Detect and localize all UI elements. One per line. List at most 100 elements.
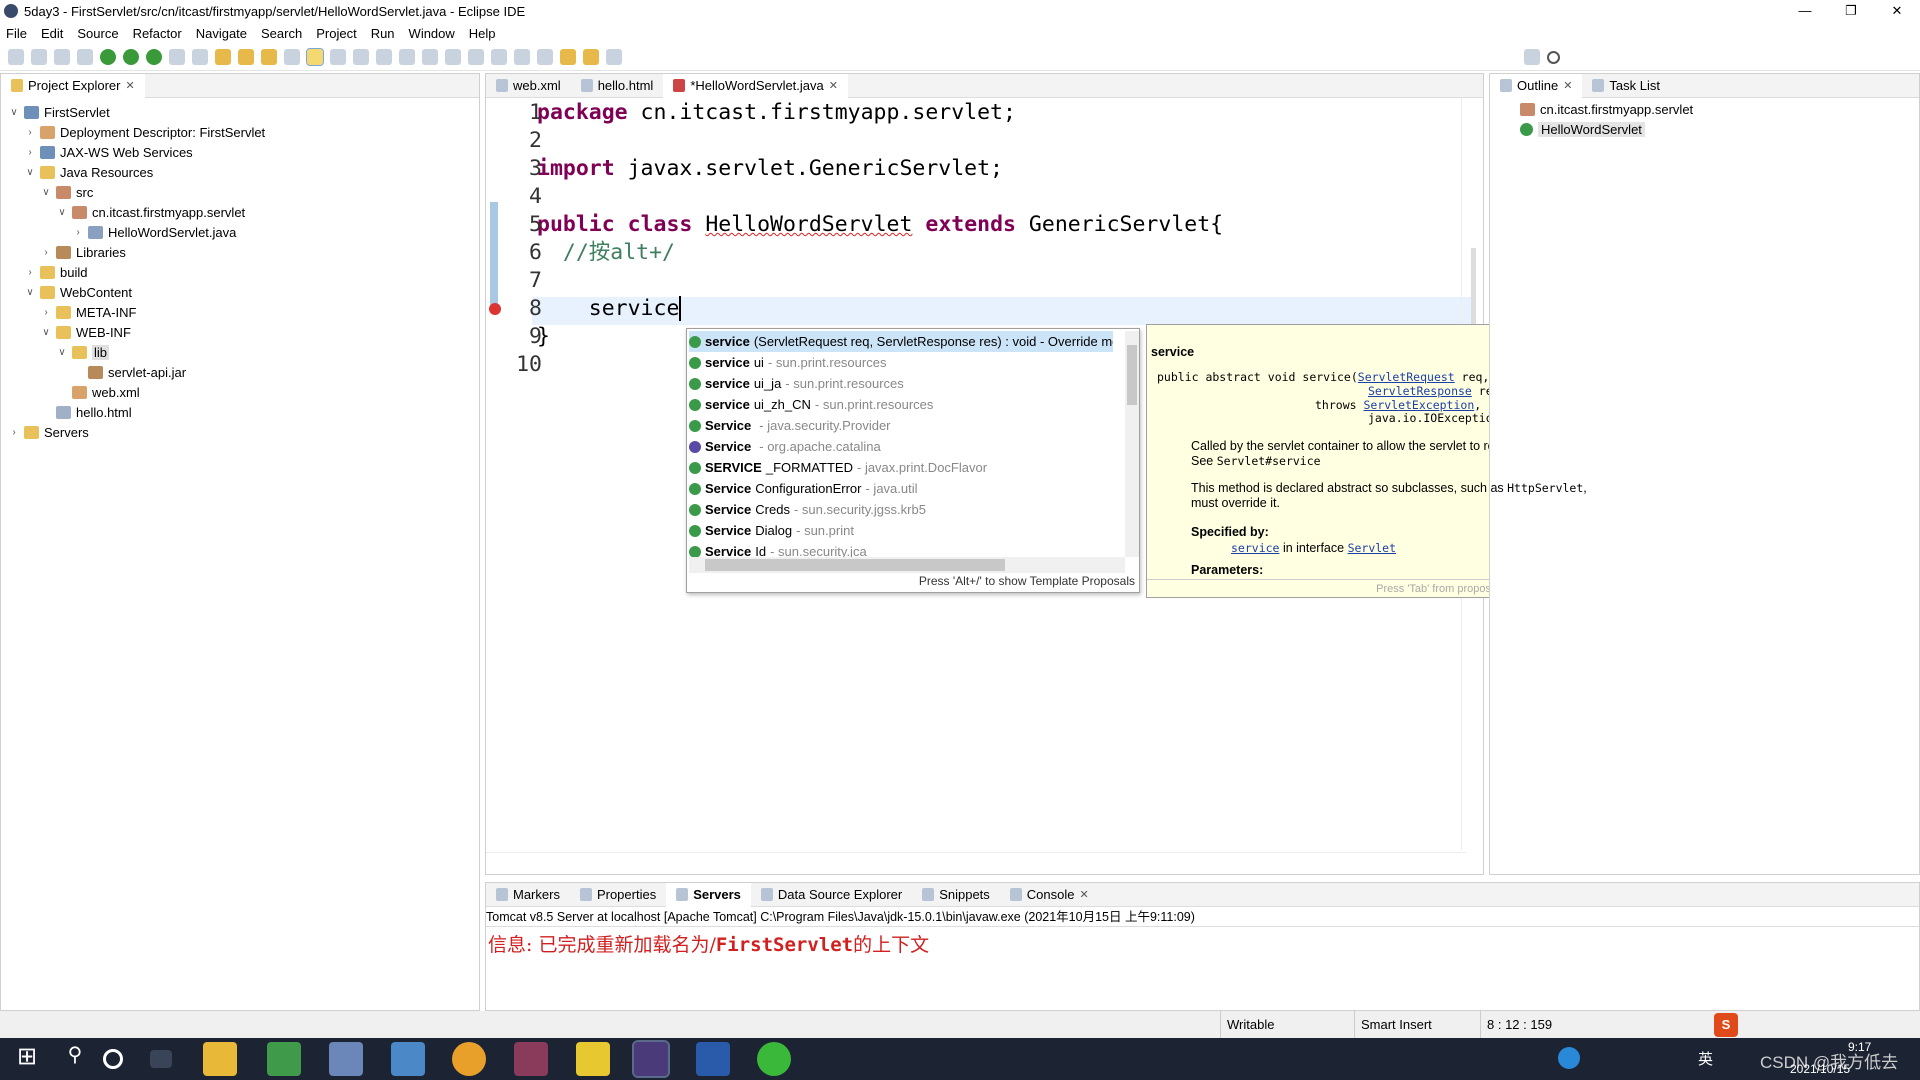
mark-occurrences-icon[interactable] bbox=[306, 48, 324, 66]
word-icon[interactable] bbox=[696, 1042, 730, 1076]
restore-button[interactable]: ❐ bbox=[1828, 0, 1874, 22]
tree-item[interactable]: servlet-api.jar bbox=[73, 362, 186, 382]
search-icon[interactable] bbox=[1547, 50, 1560, 64]
editor-horizontal-scrollbar[interactable] bbox=[486, 852, 1466, 874]
tree-item[interactable]: ∨ cn.itcast.firstmyapp.servlet bbox=[57, 202, 245, 222]
close-window-button[interactable]: ✕ bbox=[1874, 0, 1920, 22]
link-servlet[interactable]: Servlet bbox=[1348, 541, 1396, 555]
save-icon[interactable] bbox=[31, 49, 47, 65]
link-service[interactable]: service bbox=[1231, 541, 1279, 555]
skip-breakpoints-icon[interactable] bbox=[445, 49, 461, 65]
chevron-right-icon[interactable]: › bbox=[41, 247, 51, 258]
tree-item[interactable]: ∨ Java Resources bbox=[25, 162, 153, 182]
tree-item[interactable]: ∨ src bbox=[41, 182, 93, 202]
search-taskbar-icon[interactable]: ⚲ bbox=[58, 1042, 92, 1076]
link-servletrequest[interactable]: ServletRequest bbox=[1358, 370, 1455, 384]
external-tools-icon[interactable] bbox=[146, 49, 162, 65]
tree-item[interactable]: web.xml bbox=[57, 382, 140, 402]
eclipse-jee-icon[interactable] bbox=[632, 1040, 670, 1078]
winrar-icon[interactable] bbox=[514, 1042, 548, 1076]
proposal-horizontal-scrollbar[interactable] bbox=[689, 557, 1125, 573]
tree-item[interactable]: › Deployment Descriptor: FirstServlet bbox=[25, 122, 265, 142]
tab-project-explorer[interactable]: Project Explorer ✕ bbox=[1, 73, 145, 98]
menu-file[interactable]: File bbox=[6, 26, 27, 41]
help-app-icon[interactable] bbox=[576, 1042, 610, 1076]
proposal-item[interactable]: service ui_zh_CN - sun.print.resources bbox=[689, 394, 1113, 415]
resume-icon[interactable] bbox=[468, 49, 484, 65]
code-line-5[interactable]: public class HelloWordServlet extends Ge… bbox=[537, 211, 1223, 239]
tree-item[interactable]: › Servers bbox=[9, 422, 88, 442]
chevron-right-icon[interactable]: › bbox=[25, 267, 35, 278]
proposal-vertical-scrollbar[interactable] bbox=[1125, 331, 1139, 557]
tab-task-list[interactable]: Task List bbox=[1582, 74, 1670, 98]
proposal-item[interactable]: Service - java.security.Provider bbox=[689, 415, 1113, 436]
windows-start-icon[interactable]: ⊞ bbox=[10, 1042, 44, 1076]
chrome-icon[interactable] bbox=[452, 1042, 486, 1076]
code-line-3[interactable]: import javax.servlet.GenericServlet; bbox=[537, 155, 1003, 183]
next-annotation-icon[interactable] bbox=[537, 49, 553, 65]
suspend-icon[interactable] bbox=[491, 49, 507, 65]
new-web-icon[interactable] bbox=[192, 49, 208, 65]
app-icon-2[interactable] bbox=[329, 1042, 363, 1076]
tab-markers[interactable]: Markers bbox=[486, 883, 570, 907]
sogou-ime-icon[interactable]: S bbox=[1714, 1013, 1738, 1037]
show-whitespace-icon[interactable] bbox=[376, 49, 392, 65]
chevron-down-icon[interactable]: ∨ bbox=[41, 187, 51, 198]
tree-item[interactable]: › JAX-WS Web Services bbox=[25, 142, 192, 162]
status-insert-mode[interactable]: Smart Insert bbox=[1354, 1011, 1432, 1038]
minimize-button[interactable]: — bbox=[1782, 0, 1828, 22]
forward-icon[interactable] bbox=[606, 49, 622, 65]
proposal-item[interactable]: Service - org.apache.catalina bbox=[689, 436, 1113, 457]
monitor-icon[interactable] bbox=[422, 49, 438, 65]
menu-help[interactable]: Help bbox=[469, 26, 496, 41]
outline-item-class[interactable]: HelloWordServlet bbox=[1520, 119, 1645, 139]
tree-item[interactable]: ∨ WEB-INF bbox=[41, 322, 131, 342]
menu-source[interactable]: Source bbox=[77, 26, 118, 41]
back-icon[interactable] bbox=[583, 49, 599, 65]
outline-item-package[interactable]: cn.itcast.firstmyapp.servlet bbox=[1520, 99, 1693, 119]
tree-item[interactable]: ∨ FirstServlet bbox=[9, 102, 109, 122]
app-icon-3[interactable] bbox=[391, 1042, 425, 1076]
tree-item[interactable]: ∨ lib bbox=[57, 342, 110, 362]
chevron-down-icon[interactable]: ∨ bbox=[25, 167, 35, 178]
link-servletexception[interactable]: ServletException bbox=[1363, 398, 1474, 412]
toggle-breadcrumb-icon[interactable] bbox=[330, 49, 346, 65]
block-selection-icon[interactable] bbox=[353, 49, 369, 65]
save-all-icon[interactable] bbox=[54, 49, 70, 65]
tree-item[interactable]: ∨ WebContent bbox=[25, 282, 132, 302]
link-servletresponse[interactable]: ServletResponse bbox=[1368, 384, 1472, 398]
cortana-icon[interactable] bbox=[103, 1049, 123, 1069]
tab-hellowordservlet-java[interactable]: *HelloWordServlet.java ✕ bbox=[663, 73, 848, 98]
tab-properties[interactable]: Properties bbox=[570, 883, 666, 907]
menu-search[interactable]: Search bbox=[261, 26, 302, 41]
code-line-1[interactable]: package cn.itcast.firstmyapp.servlet; bbox=[537, 99, 1016, 127]
tree-item[interactable]: › META-INF bbox=[41, 302, 136, 322]
tab-servers[interactable]: Servers bbox=[666, 882, 751, 907]
new-server-icon[interactable] bbox=[169, 49, 185, 65]
clock-date[interactable]: 2021/10/15 bbox=[1790, 1062, 1850, 1076]
chevron-down-icon[interactable]: ∨ bbox=[9, 107, 19, 118]
proposal-item[interactable]: SERVICE _FORMATTED - javax.print.DocFlavo… bbox=[689, 457, 1113, 478]
tab-snippets[interactable]: Snippets bbox=[912, 883, 1000, 907]
open-task-icon[interactable] bbox=[238, 49, 254, 65]
pin-icon[interactable] bbox=[284, 49, 300, 65]
clock-time[interactable]: 9:17 bbox=[1848, 1040, 1871, 1054]
help-tray-icon[interactable] bbox=[1558, 1047, 1580, 1069]
tab-data-source-explorer[interactable]: Data Source Explorer bbox=[751, 883, 912, 907]
search-tool-icon[interactable] bbox=[261, 49, 277, 65]
tab-console[interactable]: Console ✕ bbox=[1000, 883, 1099, 907]
menu-refactor[interactable]: Refactor bbox=[133, 26, 182, 41]
chevron-right-icon[interactable]: › bbox=[9, 427, 19, 438]
tab-web-xml[interactable]: web.xml bbox=[486, 74, 571, 98]
app-icon[interactable] bbox=[267, 1042, 301, 1076]
tree-item[interactable]: › Libraries bbox=[41, 242, 126, 262]
new-icon[interactable] bbox=[8, 49, 24, 65]
menu-navigate[interactable]: Navigate bbox=[196, 26, 247, 41]
green-app-icon[interactable] bbox=[757, 1042, 791, 1076]
terminate-icon[interactable] bbox=[514, 49, 530, 65]
proposal-item[interactable]: service (ServletRequest req, ServletRespo… bbox=[689, 331, 1113, 352]
code-line-8[interactable]: service bbox=[537, 295, 682, 323]
menu-project[interactable]: Project bbox=[316, 26, 356, 41]
chevron-right-icon[interactable]: › bbox=[73, 227, 83, 238]
file-explorer-icon[interactable] bbox=[203, 1042, 237, 1076]
